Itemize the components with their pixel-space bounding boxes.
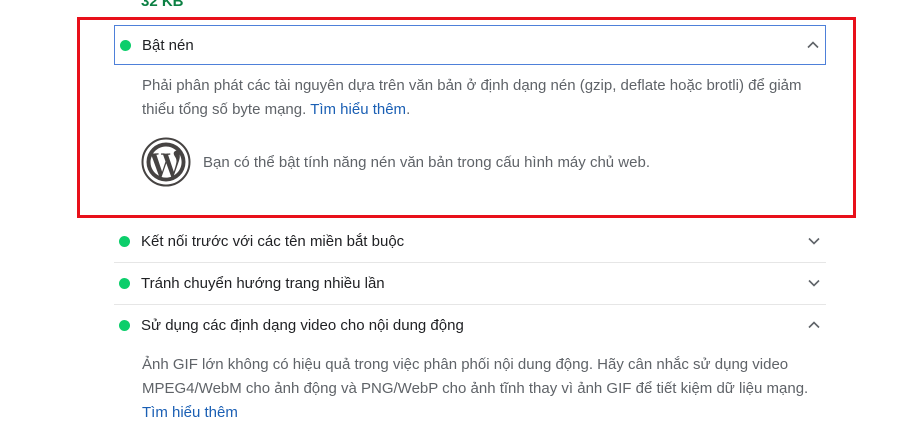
highlight-annotation-box: [77, 17, 856, 218]
audit-preconnect[interactable]: Kết nối trước với các tên miền bắt buộc: [114, 221, 826, 261]
audit-header-preconnect[interactable]: Kết nối trước với các tên miền bắt buộc: [114, 221, 826, 261]
audit-header-redirects[interactable]: Tránh chuyển hướng trang nhiều lần: [114, 263, 826, 303]
pass-status-icon: [119, 277, 130, 289]
audit-title: Kết nối trước với các tên miền bắt buộc: [141, 232, 405, 250]
audit-header-video-formats[interactable]: Sử dụng các định dạng video cho nội dung…: [114, 305, 826, 345]
chevron-up-icon[interactable]: [803, 314, 825, 336]
audit-video-formats: Sử dụng các định dạng video cho nội dung…: [114, 305, 826, 345]
audit-description: Ảnh GIF lớn không có hiệu quả trong việc…: [142, 353, 812, 425]
chevron-down-icon[interactable]: [803, 230, 825, 252]
pass-status-icon: [119, 235, 130, 247]
chevron-down-icon[interactable]: [803, 272, 825, 294]
lighthouse-report-section: 32 KB Bật nén Phải phân phát các tài ngu…: [0, 0, 922, 434]
audit-title: Tránh chuyển hướng trang nhiều lần: [141, 274, 385, 292]
pass-status-icon: [119, 319, 130, 331]
savings-value: 32 KB: [141, 0, 184, 10]
audit-description-text: Ảnh GIF lớn không có hiệu quả trong việc…: [142, 356, 809, 397]
audit-title: Sử dụng các định dạng video cho nội dung…: [141, 316, 464, 334]
learn-more-link[interactable]: Tìm hiểu thêm: [142, 404, 238, 421]
audit-redirects[interactable]: Tránh chuyển hướng trang nhiều lần: [114, 263, 826, 303]
